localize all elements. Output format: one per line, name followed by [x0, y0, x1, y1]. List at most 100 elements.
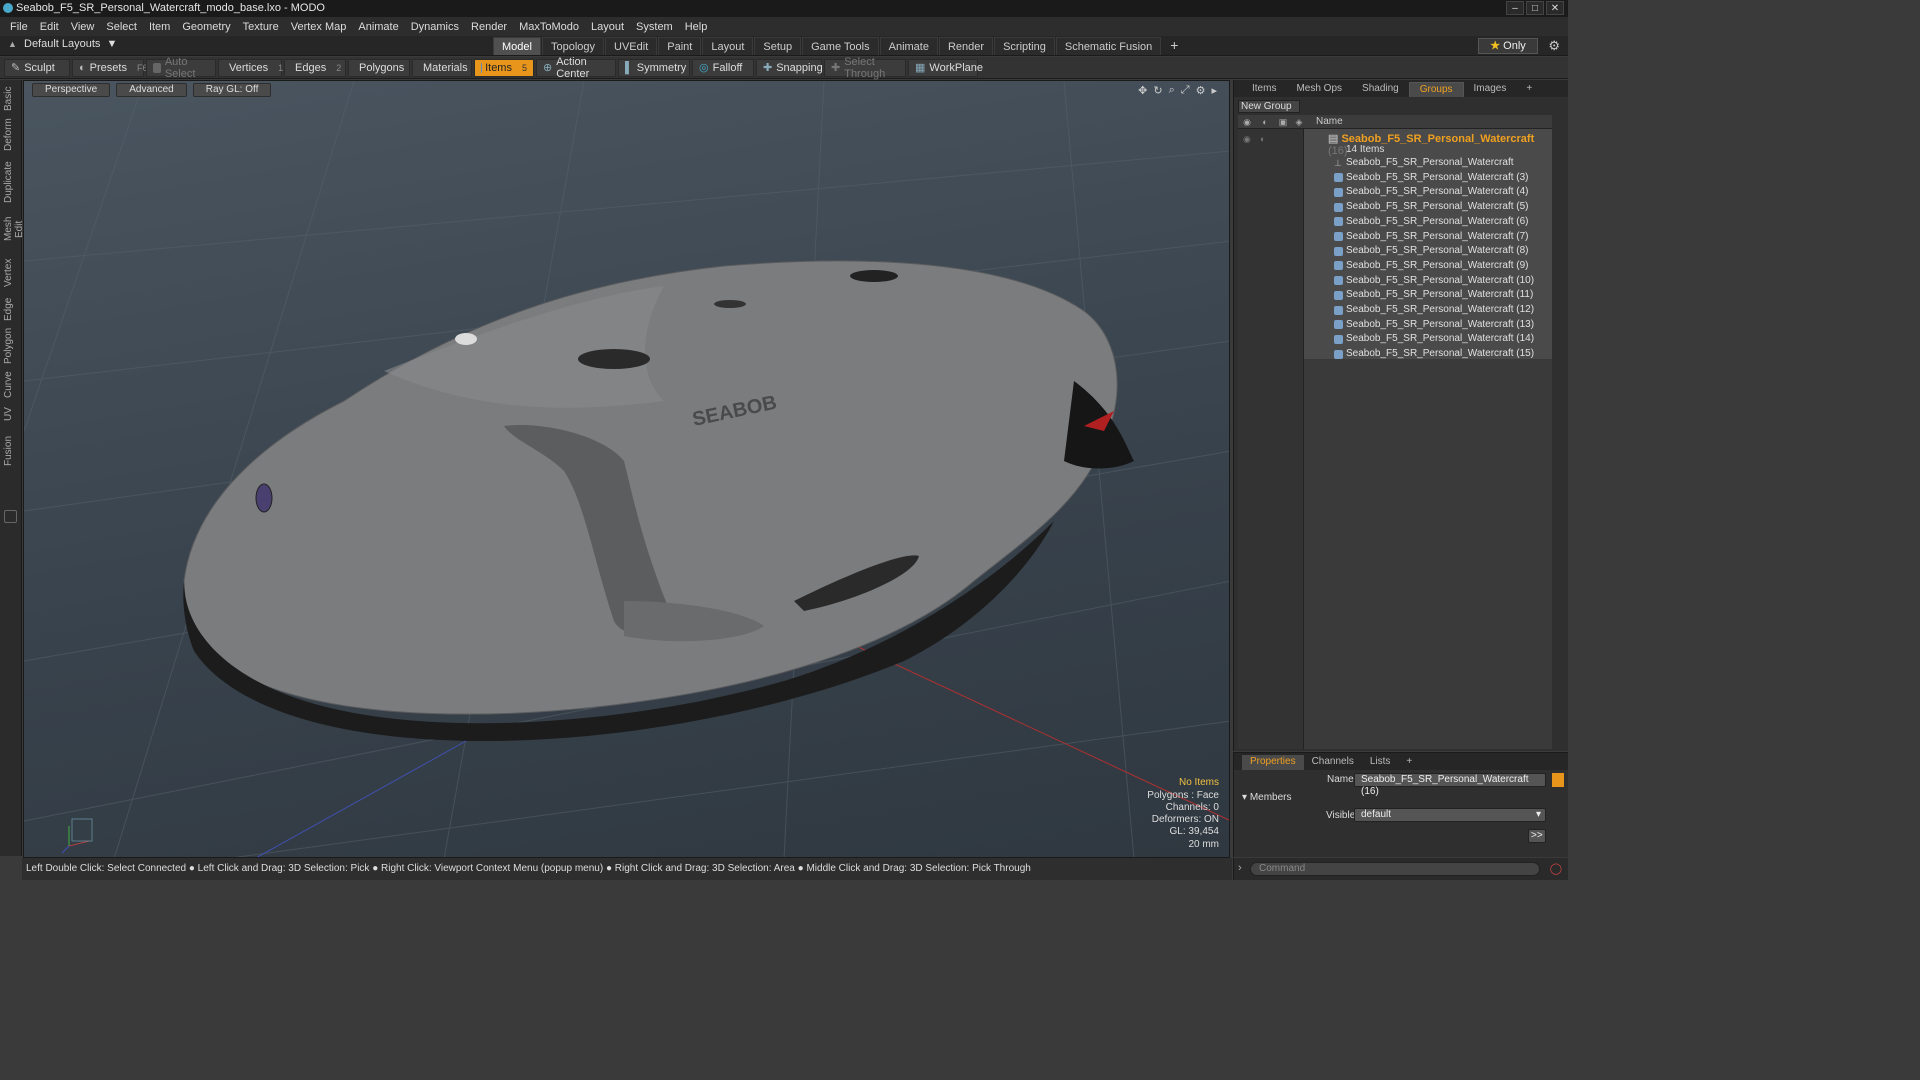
menu-maxtomodo[interactable]: MaxToModo: [513, 21, 585, 33]
eye-icon[interactable]: ◉: [1242, 117, 1252, 127]
vtab-deform[interactable]: Deform: [3, 118, 17, 152]
list-item[interactable]: Seabob_F5_SR_Personal_Watercraft (14): [1334, 332, 1534, 346]
viewport-settings-icon[interactable]: ⚙: [1196, 84, 1206, 97]
shading-dropdown[interactable]: Advanced: [116, 83, 187, 97]
edges-button[interactable]: Edges 2: [284, 58, 346, 77]
polygons-button[interactable]: Polygons: [348, 58, 410, 77]
list-item[interactable]: Seabob_F5_SR_Personal_Watercraft (13): [1334, 318, 1534, 332]
vtab-basic[interactable]: Basic: [3, 86, 17, 112]
vtab-polygon[interactable]: Polygon: [3, 328, 17, 364]
gear-icon[interactable]: ⚙: [1548, 38, 1560, 54]
move-view-icon[interactable]: ✥: [1138, 84, 1147, 97]
list-item[interactable]: ⊥ Seabob_F5_SR_Personal_Watercraft: [1334, 156, 1514, 170]
tab-model[interactable]: Model: [493, 37, 541, 55]
menu-view[interactable]: View: [65, 21, 101, 33]
layout-selector[interactable]: ▲ Default Layouts ▼: [8, 38, 117, 50]
add-tab-icon[interactable]: +: [1398, 755, 1420, 770]
lock-icon[interactable]: ▣: [1278, 117, 1288, 127]
add-tab-icon[interactable]: +: [1162, 37, 1186, 55]
list-item[interactable]: Seabob_F5_SR_Personal_Watercraft (12): [1334, 303, 1534, 317]
list-item[interactable]: Seabob_F5_SR_Personal_Watercraft (11): [1334, 288, 1533, 302]
zoom-view-icon[interactable]: ⌕: [1169, 84, 1175, 97]
list-item[interactable]: Seabob_F5_SR_Personal_Watercraft (4): [1334, 185, 1529, 199]
tab-shading[interactable]: Shading: [1352, 82, 1409, 97]
3d-viewport[interactable]: SEABOB Perspective Advanced Ray GL: Off …: [23, 80, 1230, 858]
tab-images[interactable]: Images: [1464, 82, 1517, 97]
materials-button[interactable]: Materials: [412, 58, 472, 77]
only-button[interactable]: ★ Only: [1478, 38, 1538, 54]
add-tab-icon[interactable]: +: [1516, 82, 1542, 97]
symmetry-button[interactable]: ▌ Symmetry: [618, 58, 690, 77]
auto-select-button[interactable]: Auto Select: [146, 56, 216, 80]
command-input[interactable]: Command: [1250, 862, 1540, 876]
menu-edit[interactable]: Edit: [34, 21, 65, 33]
maximize-view-icon[interactable]: ⤢: [1181, 84, 1190, 97]
tab-animate[interactable]: Animate: [879, 37, 938, 55]
vertices-button[interactable]: Vertices 1: [218, 58, 283, 77]
tab-channels[interactable]: Channels: [1304, 755, 1362, 770]
list-item[interactable]: Seabob_F5_SR_Personal_Watercraft (3): [1334, 171, 1529, 185]
name-column-header[interactable]: Name: [1316, 115, 1343, 129]
more-button[interactable]: >>: [1528, 829, 1546, 843]
menu-texture[interactable]: Texture: [237, 21, 285, 33]
tab-layout[interactable]: Layout: [702, 37, 754, 55]
group-render-icon[interactable]: ◐: [1260, 134, 1265, 144]
select-icon[interactable]: ◈: [1294, 117, 1304, 127]
tab-scripting[interactable]: Scripting: [994, 37, 1055, 55]
tab-lists[interactable]: Lists: [1362, 755, 1399, 770]
tab-schematic-fusion[interactable]: Schematic Fusion: [1055, 37, 1162, 55]
visible-dropdown[interactable]: default ▾: [1354, 808, 1546, 822]
vtab-duplicate[interactable]: Duplicate: [3, 160, 17, 204]
tab-render[interactable]: Render: [938, 37, 994, 55]
group-eye-icon[interactable]: ◉: [1243, 134, 1251, 145]
falloff-button[interactable]: ◎ Falloff: [692, 58, 754, 77]
panel-toggle-icon[interactable]: [4, 510, 17, 523]
vtab-fusion[interactable]: Fusion: [3, 436, 17, 466]
tab-groups[interactable]: Groups: [1408, 82, 1464, 97]
tab-setup[interactable]: Setup: [754, 37, 802, 55]
color-swatch[interactable]: [1552, 773, 1564, 787]
menu-help[interactable]: Help: [679, 21, 714, 33]
maximize-button[interactable]: □: [1526, 1, 1544, 15]
tab-uvedit[interactable]: UVEdit: [605, 37, 658, 55]
menu-select[interactable]: Select: [100, 21, 143, 33]
members-section[interactable]: ▾ Members: [1242, 792, 1292, 803]
tab-topology[interactable]: Topology: [541, 37, 605, 55]
menu-render[interactable]: Render: [465, 21, 513, 33]
menu-animate[interactable]: Animate: [352, 21, 404, 33]
menu-layout[interactable]: Layout: [585, 21, 630, 33]
menu-system[interactable]: System: [630, 21, 679, 33]
list-item[interactable]: Seabob_F5_SR_Personal_Watercraft (15): [1334, 347, 1534, 361]
list-item[interactable]: Seabob_F5_SR_Personal_Watercraft (6): [1334, 215, 1529, 229]
viewport-menu-icon[interactable]: ▸: [1211, 84, 1217, 97]
select-through-button[interactable]: ✚ Select Through: [824, 56, 906, 80]
vtab-edge[interactable]: Edge: [3, 296, 17, 322]
vtab-mesh-edit[interactable]: Mesh Edit: [3, 208, 25, 250]
snapping-button[interactable]: ✚ Snapping: [756, 58, 823, 77]
raygl-toggle[interactable]: Ray GL: Off: [192, 83, 272, 97]
vtab-curve[interactable]: Curve: [3, 371, 17, 398]
name-field[interactable]: Seabob_F5_SR_Personal_Watercraft (16): [1354, 773, 1546, 797]
tab-paint[interactable]: Paint: [658, 37, 702, 55]
workplane-button[interactable]: ▦ WorkPlane: [908, 58, 983, 77]
menu-item[interactable]: Item: [143, 21, 176, 33]
close-button[interactable]: ✕: [1546, 1, 1564, 15]
presets-button[interactable]: ◐ Presets F6: [72, 58, 147, 77]
render-icon[interactable]: ◐: [1260, 117, 1270, 127]
vtab-vertex[interactable]: Vertex: [3, 258, 17, 288]
new-group-button[interactable]: New Group: [1238, 100, 1300, 113]
action-center-button[interactable]: ⊕ Action Center: [536, 56, 616, 80]
minimize-button[interactable]: ‒: [1506, 1, 1524, 15]
menu-dynamics[interactable]: Dynamics: [405, 21, 465, 33]
stop-icon[interactable]: ◯: [1550, 862, 1562, 875]
watercraft-body[interactable]: [183, 260, 1118, 715]
menu-geometry[interactable]: Geometry: [176, 21, 236, 33]
list-item[interactable]: Seabob_F5_SR_Personal_Watercraft (10): [1334, 274, 1534, 288]
list-item[interactable]: Seabob_F5_SR_Personal_Watercraft (7): [1334, 230, 1529, 244]
sculpt-button[interactable]: ✎ Sculpt: [4, 58, 70, 77]
vtab-uv[interactable]: UV: [3, 406, 17, 422]
tab-items[interactable]: Items: [1242, 82, 1286, 97]
list-item[interactable]: Seabob_F5_SR_Personal_Watercraft (5): [1334, 200, 1529, 214]
items-button[interactable]: Items 5: [474, 58, 534, 77]
rotate-view-icon[interactable]: ↻: [1153, 84, 1162, 97]
